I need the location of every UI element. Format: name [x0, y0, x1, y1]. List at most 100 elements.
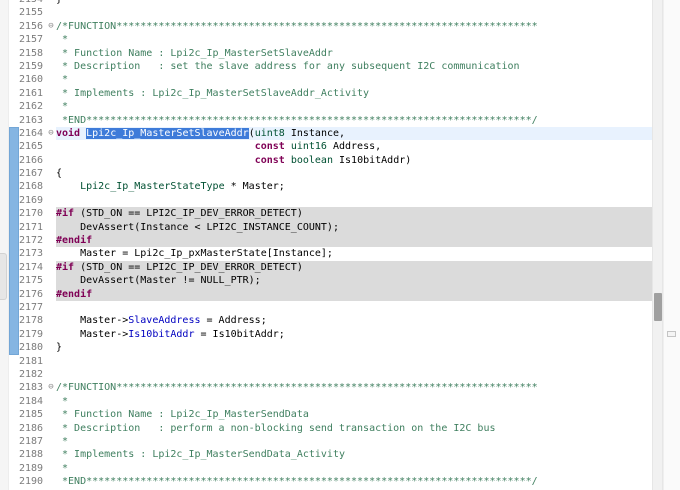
code-text[interactable]: /*FUNCTION******************************…	[56, 381, 652, 394]
code-text[interactable]	[56, 301, 652, 314]
fold-column	[46, 462, 56, 475]
code-token: = Is10bitAddr;	[194, 328, 285, 340]
line-number: 2176	[19, 288, 44, 300]
fold-column	[46, 368, 56, 381]
fold-column	[46, 234, 56, 247]
code-line: 2176 #endif	[19, 287, 652, 301]
fold-column	[46, 448, 56, 461]
code-line: 2168 Lpi2c_Ip_MasterStateType * Master;	[19, 180, 652, 193]
code-text[interactable]: #endif	[56, 287, 652, 301]
code-text[interactable]: #if (STD_ON == LPI2C_IP_DEV_ERROR_DETECT…	[56, 260, 652, 275]
line-number: 2168	[19, 181, 44, 193]
code-line: 2164 ⊖ void Lpi2c_Ip_MasterSetSlaveAddr(ui…	[19, 126, 652, 141]
code-text[interactable]: *	[56, 395, 652, 408]
code-text[interactable]: Master->SlaveAddress = Address;	[56, 314, 652, 327]
code-text[interactable]: *	[56, 73, 652, 86]
scrollbar-thumb[interactable]	[654, 293, 662, 321]
code-line: 2166 const boolean Is10bitAddr)	[19, 154, 652, 167]
code-line: 2162 *	[19, 100, 652, 113]
code-line: 2182	[19, 368, 652, 381]
code-line: 2174 #if (STD_ON == LPI2C_IP_DEV_ERROR_DE…	[19, 260, 652, 275]
code-text[interactable]: * Description : perform a non-blocking s…	[56, 422, 652, 435]
fold-column	[46, 6, 56, 19]
code-text[interactable]: * Function Name : Lpi2c_Ip_MasterSendDat…	[56, 408, 652, 421]
line-number: 2161	[19, 87, 44, 99]
fold-column	[46, 114, 56, 127]
code-line: 2189 *	[19, 462, 652, 475]
fold-collapse-icon[interactable]: ⊖	[46, 381, 56, 394]
code-text[interactable]: *	[56, 100, 652, 113]
code-token: Master->	[56, 328, 129, 340]
code-line: 2175 DevAssert(Master != NULL_PTR);	[19, 274, 652, 288]
code-text[interactable]: /*FUNCTION******************************…	[56, 20, 652, 33]
fold-column	[46, 261, 56, 274]
fold-column	[46, 154, 56, 167]
code-text[interactable]	[56, 368, 652, 381]
line-number: 2178	[19, 315, 44, 327]
code-token: (STD_ON == LPI2C_IP_DEV_ERROR_DETECT)	[74, 261, 303, 273]
code-token: Master = Lpi2c_Ip_pxMasterState[Instance…	[56, 248, 333, 260]
code-text[interactable]: *	[56, 435, 652, 448]
code-text[interactable]: #if (STD_ON == LPI2C_IP_DEV_ERROR_DETECT…	[56, 207, 652, 221]
code-text[interactable]: void Lpi2c_Ip_MasterSetSlaveAddr(uint8 I…	[56, 126, 652, 141]
code-text[interactable]: const boolean Is10bitAddr)	[56, 154, 652, 167]
code-text[interactable]	[56, 6, 652, 19]
code-line: 2172 #endif	[19, 234, 652, 248]
code-token: }	[56, 342, 63, 354]
line-number: 2188	[19, 449, 44, 461]
code-line: 2173 Master = Lpi2c_Ip_pxMasterState[Ins…	[19, 247, 652, 260]
code-line: 2190 *END*******************************…	[19, 475, 652, 488]
line-number: 2172	[19, 235, 44, 247]
fold-column	[46, 247, 56, 260]
fold-collapse-icon[interactable]: ⊖	[46, 127, 56, 140]
code-line: 2156 ⊖/*FUNCTION*************************…	[19, 20, 652, 33]
vertical-scrollbar[interactable]	[652, 0, 663, 490]
fold-collapse-icon[interactable]: ⊖	[46, 20, 56, 33]
code-editor: 2154}21552156⊖/*FUNCTION****************…	[0, 0, 680, 490]
overview-annotation-marker[interactable]	[667, 331, 676, 337]
line-number: 2174	[19, 261, 44, 273]
code-text[interactable]: const uint16 Address,	[56, 140, 652, 153]
line-number: 2160	[19, 74, 44, 86]
code-token: DevAssert(Instance < LPI2C_INSTANCE_COUN…	[56, 221, 339, 233]
code-text[interactable]: #endif	[56, 234, 652, 248]
code-token: Is10bitAddr	[128, 328, 195, 340]
code-text[interactable]: Master->Is10bitAddr = Is10bitAddr;	[56, 328, 652, 341]
code-text[interactable]: }	[56, 341, 652, 354]
fold-column	[46, 435, 56, 448]
code-text[interactable]: {	[56, 167, 652, 180]
code-text[interactable]: *END************************************…	[56, 475, 652, 488]
code-line: 2177	[19, 301, 652, 314]
code-text[interactable]	[56, 194, 652, 207]
line-number: 2164	[19, 127, 44, 139]
code-text[interactable]: *	[56, 33, 652, 46]
code-token: /*FUNCTION******************************…	[56, 382, 538, 394]
code-text[interactable]: * Implements : Lpi2c_Ip_MasterSetSlaveAd…	[56, 87, 652, 100]
code-text[interactable]: Master = Lpi2c_Ip_pxMasterState[Instance…	[56, 247, 652, 260]
code-text[interactable]: DevAssert(Master != NULL_PTR);	[56, 274, 652, 288]
line-number: 2163	[19, 114, 44, 126]
fold-column	[46, 395, 56, 408]
fold-column	[46, 33, 56, 46]
code-text[interactable]: *	[56, 462, 652, 475]
code-text[interactable]: * Function Name : Lpi2c_Ip_MasterSetSlav…	[56, 47, 652, 60]
code-line: 2187 *	[19, 435, 652, 448]
line-number: 2183	[19, 382, 44, 394]
code-token: *END************************************…	[56, 114, 538, 126]
code-text[interactable]: *END************************************…	[56, 114, 652, 127]
code-text[interactable]: Lpi2c_Ip_MasterStateType * Master;	[56, 180, 652, 193]
line-number: 2189	[19, 462, 44, 474]
code-text[interactable]: DevAssert(Instance < LPI2C_INSTANCE_COUN…	[56, 220, 652, 235]
collapsed-panel-tab[interactable]	[0, 253, 7, 300]
code-line: 2155	[19, 6, 652, 19]
code-text[interactable]	[56, 355, 652, 368]
code-text[interactable]: * Description : set the slave address fo…	[56, 60, 652, 73]
code-token: const	[254, 154, 285, 166]
fold-column	[46, 422, 56, 435]
code-token: /*FUNCTION******************************…	[56, 20, 538, 32]
code-line: 2169	[19, 194, 652, 207]
code-line: 2157 *	[19, 33, 652, 46]
code-text[interactable]: * Implements : Lpi2c_Ip_MasterSendData_A…	[56, 448, 652, 461]
code-line: 2179 Master->Is10bitAddr = Is10bitAddr;	[19, 328, 652, 341]
line-number: 2170	[19, 208, 44, 220]
